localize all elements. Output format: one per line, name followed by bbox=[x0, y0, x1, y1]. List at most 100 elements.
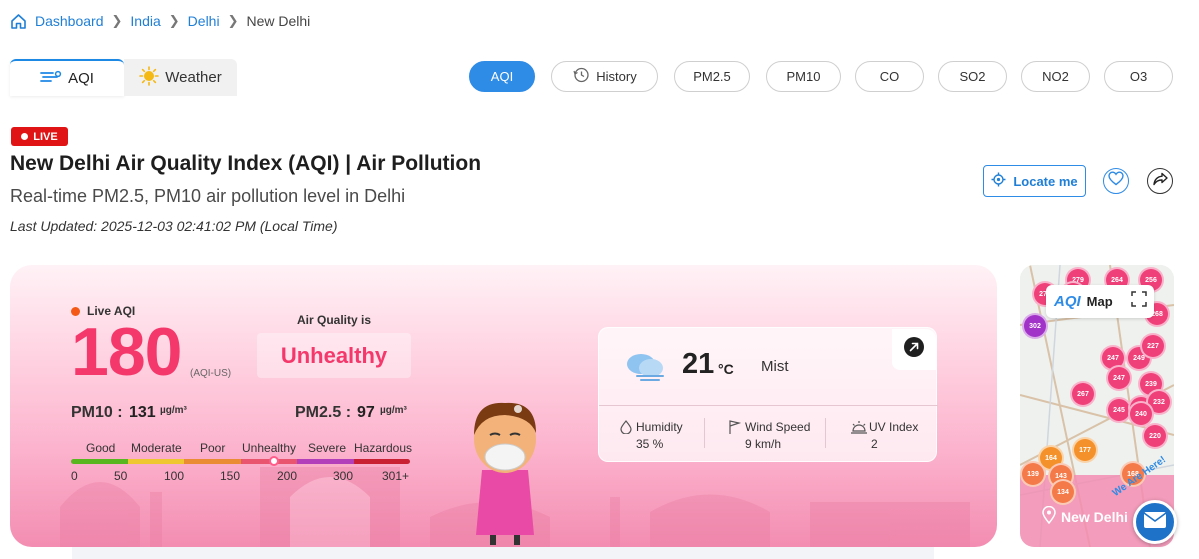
map-header: AQI Map bbox=[1046, 285, 1154, 318]
map-aqi-bubble[interactable]: 177 bbox=[1072, 437, 1098, 463]
live-badge-label: LIVE bbox=[33, 130, 58, 143]
scale-label-moderate: Moderate bbox=[131, 441, 182, 455]
page-subtitle: Real-time PM2.5, PM10 air pollution leve… bbox=[10, 186, 406, 206]
map-city-name: New Delhi bbox=[1061, 508, 1128, 525]
scale-label-hazardous: Hazardous bbox=[354, 441, 413, 455]
scale-label-good: Good bbox=[86, 441, 116, 455]
scale-number-0: 0 bbox=[71, 469, 78, 483]
aqi-scale-segment bbox=[127, 459, 184, 464]
tab-weather[interactable]: Weather bbox=[124, 59, 237, 96]
pill-aqi-label: AQI bbox=[490, 69, 514, 84]
breadcrumb-india[interactable]: India bbox=[130, 13, 160, 29]
pill-co[interactable]: CO bbox=[855, 61, 924, 92]
mail-icon bbox=[1143, 511, 1167, 534]
locate-me-button[interactable]: Locate me bbox=[983, 165, 1086, 197]
aqi-scale-segment bbox=[297, 459, 354, 464]
scale-number-300: 300 bbox=[333, 469, 354, 483]
mode-tabs: AQI Weather bbox=[10, 59, 237, 96]
weather-details-button[interactable] bbox=[892, 329, 936, 370]
last-updated: Last Updated: 2025-12-03 02:41:02 PM (Lo… bbox=[10, 218, 338, 234]
breadcrumb: Dashboard ❯ India ❯ Delhi ❯ New Delhi bbox=[10, 11, 310, 31]
pm25-value: 97 bbox=[357, 404, 375, 421]
map-aqi-bubble[interactable]: 134 bbox=[1050, 479, 1076, 505]
aqi-value: 180 bbox=[71, 314, 182, 390]
tab-aqi[interactable]: AQI bbox=[10, 59, 124, 96]
fullscreen-icon[interactable] bbox=[1130, 291, 1147, 312]
stat-divider bbox=[704, 418, 705, 448]
pill-o3[interactable]: O3 bbox=[1104, 61, 1173, 92]
map-label: Map bbox=[1086, 294, 1113, 309]
live-badge: LIVE bbox=[11, 127, 68, 146]
home-icon[interactable] bbox=[10, 13, 27, 30]
breadcrumb-delhi[interactable]: Delhi bbox=[188, 13, 220, 29]
breadcrumb-dashboard[interactable]: Dashboard bbox=[35, 13, 104, 29]
map-aqi-bubble[interactable]: 227 bbox=[1140, 333, 1166, 359]
wind-speed-value: 9 km/h bbox=[745, 437, 782, 451]
pm10-value: 131 bbox=[129, 404, 156, 421]
pm10-label: PM10 : bbox=[71, 404, 123, 421]
scale-label-unhealthy: Unhealthy bbox=[242, 441, 297, 455]
chevron-right-icon: ❯ bbox=[227, 13, 239, 28]
pill-so2-label: SO2 bbox=[959, 69, 986, 84]
map-aqi-bubble[interactable]: 220 bbox=[1142, 423, 1168, 449]
pill-pm25-label: PM2.5 bbox=[693, 69, 731, 84]
aqi-wind-icon bbox=[40, 70, 62, 88]
chevron-right-icon: ❯ bbox=[168, 13, 180, 28]
uv-index-value: 2 bbox=[871, 437, 878, 451]
location-pin-icon bbox=[1042, 505, 1056, 527]
map-aqi-bubble[interactable]: 139 bbox=[1020, 461, 1046, 487]
aqi-card: Live AQI 180 (AQI-US) Air Quality is Unh… bbox=[10, 265, 997, 547]
mist-cloud-icon bbox=[623, 350, 667, 387]
pill-pm10-label: PM10 bbox=[786, 69, 821, 84]
temperature-unit: °C bbox=[718, 361, 734, 377]
tab-aqi-label: AQI bbox=[68, 70, 94, 87]
pill-no2[interactable]: NO2 bbox=[1021, 61, 1090, 92]
tab-weather-label: Weather bbox=[165, 69, 222, 86]
pm10-unit: µg/m³ bbox=[160, 405, 187, 416]
share-icon bbox=[1152, 172, 1168, 191]
map-aqi-bubble[interactable]: 247 bbox=[1106, 365, 1132, 391]
uv-index-icon bbox=[851, 420, 867, 439]
pill-pm25[interactable]: PM2.5 bbox=[674, 61, 750, 92]
pill-so2[interactable]: SO2 bbox=[938, 61, 1007, 92]
scale-label-severe: Severe bbox=[308, 441, 347, 455]
breadcrumb-current: New Delhi bbox=[246, 13, 311, 29]
aqi-logo: AQI bbox=[1054, 293, 1081, 310]
humidity-value: 35 % bbox=[636, 437, 664, 451]
wind-icon bbox=[727, 419, 742, 440]
map-aqi-bubble[interactable]: 267 bbox=[1070, 381, 1096, 407]
aqi-scale-bar bbox=[71, 459, 410, 464]
scale-number-301plus: 301+ bbox=[382, 469, 410, 483]
wind-speed-label: Wind Speed bbox=[745, 420, 811, 434]
scale-number-100: 100 bbox=[164, 469, 185, 483]
bottom-strip bbox=[72, 547, 934, 559]
page-title: New Delhi Air Quality Index (AQI) | Air … bbox=[10, 152, 482, 175]
pill-aqi[interactable]: AQI bbox=[469, 61, 535, 92]
locate-me-label: Locate me bbox=[1013, 173, 1078, 189]
pill-co-label: CO bbox=[879, 69, 900, 84]
locate-crosshair-icon bbox=[991, 172, 1006, 190]
chevron-right-icon: ❯ bbox=[111, 13, 123, 28]
pill-no2-label: NO2 bbox=[1042, 69, 1069, 84]
pm25-unit: µg/m³ bbox=[380, 405, 407, 416]
scale-number-50: 50 bbox=[114, 469, 128, 483]
map-aqi-bubble[interactable]: 302 bbox=[1022, 313, 1048, 339]
chat-mail-button[interactable] bbox=[1133, 500, 1177, 544]
map-location: New Delhi bbox=[1042, 505, 1128, 527]
pill-pm10[interactable]: PM10 bbox=[766, 61, 841, 92]
weather-card: 21 °C Mist Humidity 35 % Wind Speed 9 km… bbox=[598, 327, 938, 462]
aqi-scale-segment bbox=[71, 459, 128, 464]
weather-divider bbox=[599, 405, 938, 406]
favorite-button[interactable] bbox=[1103, 168, 1129, 194]
pill-history[interactable]: History bbox=[551, 61, 658, 92]
pill-history-label: History bbox=[596, 69, 637, 84]
aqi-unit: (AQI-US) bbox=[190, 368, 232, 379]
pm25-label: PM2.5 : bbox=[295, 404, 352, 421]
arrow-up-right-icon bbox=[903, 336, 925, 363]
pill-o3-label: O3 bbox=[1129, 69, 1148, 84]
share-button[interactable] bbox=[1147, 168, 1173, 194]
air-quality-is-label: Air Quality is bbox=[296, 313, 372, 327]
scale-number-200: 200 bbox=[277, 469, 298, 483]
sun-icon bbox=[139, 65, 160, 90]
air-quality-status: Unhealthy bbox=[257, 333, 411, 378]
